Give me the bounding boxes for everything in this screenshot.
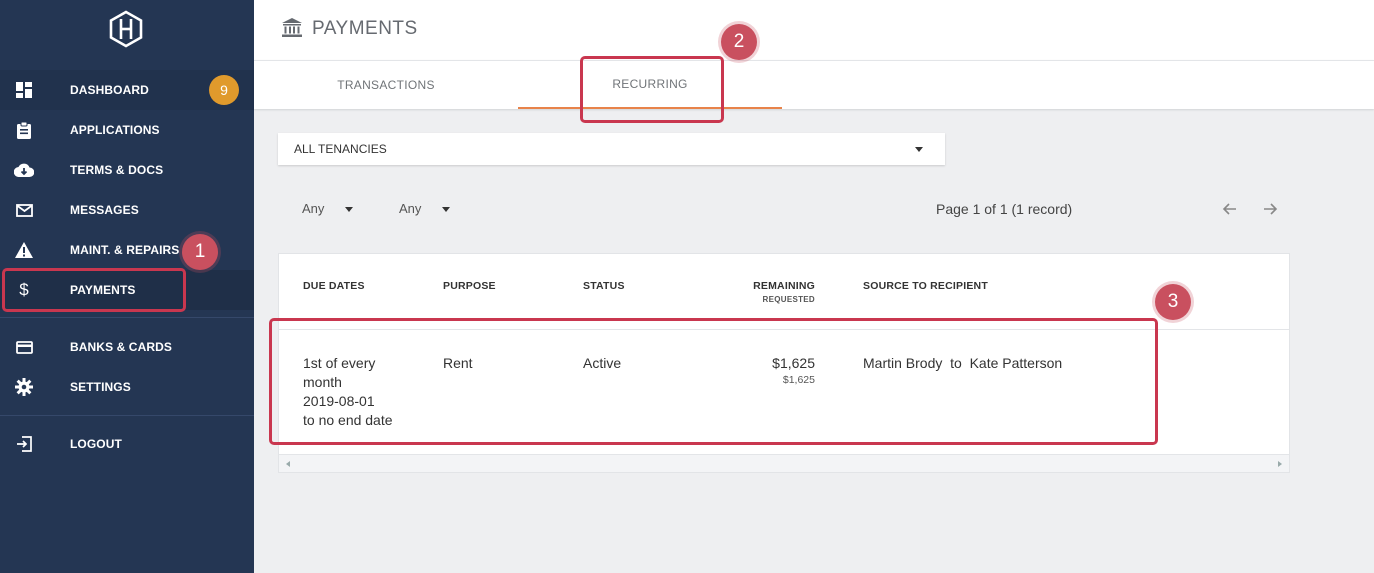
- filter-select-value: Any: [302, 201, 325, 216]
- sidebar-divider: [0, 415, 254, 416]
- sidebar-item-label: DASHBOARD: [70, 83, 149, 97]
- column-header-status[interactable]: STATUS: [583, 280, 625, 292]
- pagination-info: Page 1 of 1 (1 record): [936, 201, 1073, 217]
- sidebar-item-settings[interactable]: SETTINGS: [0, 367, 254, 407]
- sidebar-item-label: MESSAGES: [70, 203, 139, 217]
- column-header-due-dates[interactable]: DUE DATES: [303, 280, 365, 292]
- sidebar-item-label: BANKS & CARDS: [70, 340, 172, 354]
- scroll-right-icon[interactable]: [1278, 461, 1282, 467]
- sidebar-item-label: LOGOUT: [70, 437, 122, 451]
- tab-bar: TRANSACTIONS RECURRING: [254, 60, 1374, 109]
- notification-badge: 9: [209, 75, 239, 105]
- column-subheader-requested: REQUESTED: [762, 295, 815, 304]
- logo-icon[interactable]: [107, 10, 145, 48]
- filter-select-2[interactable]: Any: [399, 201, 421, 219]
- column-header-purpose[interactable]: PURPOSE: [443, 280, 496, 292]
- dashboard-icon: [14, 81, 34, 99]
- sidebar-item-logout[interactable]: LOGOUT: [0, 424, 254, 464]
- clipboard-icon: [14, 121, 34, 139]
- tenancy-select-value: ALL TENANCIES: [294, 142, 387, 156]
- sidebar-item-dashboard[interactable]: DASHBOARD 9: [0, 70, 254, 110]
- caret-down-icon[interactable]: [345, 207, 353, 212]
- sidebar-item-label: TERMS & DOCS: [70, 163, 164, 177]
- tenancy-select[interactable]: ALL TENANCIES: [278, 133, 945, 165]
- caret-down-icon[interactable]: [442, 207, 450, 212]
- warning-icon: [14, 241, 34, 259]
- caret-down-icon: [915, 147, 923, 152]
- credit-card-icon: [14, 338, 34, 356]
- arrow-left-icon[interactable]: [1220, 199, 1240, 219]
- highlight-box-payments: [2, 268, 186, 312]
- sidebar-item-applications[interactable]: APPLICATIONS: [0, 110, 254, 150]
- cloud-download-icon: [14, 161, 34, 179]
- logout-icon: [14, 435, 34, 453]
- highlight-box-row: [269, 318, 1158, 445]
- gear-icon: [14, 378, 34, 396]
- sidebar-item-messages[interactable]: MESSAGES: [0, 190, 254, 230]
- sidebar-item-banks-cards[interactable]: BANKS & CARDS: [0, 327, 254, 367]
- filter-select-value: Any: [399, 201, 422, 216]
- envelope-icon: [14, 201, 34, 219]
- page-title: PAYMENTS: [312, 18, 418, 39]
- step-marker: 3: [1155, 284, 1191, 320]
- sidebar-item-label: APPLICATIONS: [70, 123, 160, 137]
- page-header: PAYMENTS: [254, 0, 1374, 60]
- filter-select-1[interactable]: Any: [302, 201, 324, 219]
- step-marker: 2: [721, 24, 757, 60]
- highlight-box-recurring: [580, 56, 724, 123]
- bank-icon: [282, 18, 302, 37]
- sidebar-item-label: SETTINGS: [70, 380, 131, 394]
- horizontal-scrollbar[interactable]: [279, 454, 1289, 472]
- sidebar-item-label: MAINT. & REPAIRS: [70, 243, 180, 257]
- tab-transactions[interactable]: TRANSACTIONS: [254, 61, 518, 109]
- column-header-remaining[interactable]: REMAINING: [753, 280, 815, 292]
- sidebar-item-terms-docs[interactable]: TERMS & DOCS: [0, 150, 254, 190]
- column-header-source-recipient[interactable]: SOURCE TO RECIPIENT: [863, 280, 988, 292]
- sidebar-divider: [0, 317, 254, 318]
- step-marker: 1: [182, 234, 218, 270]
- scroll-left-icon[interactable]: [286, 461, 290, 467]
- arrow-right-icon[interactable]: [1260, 199, 1280, 219]
